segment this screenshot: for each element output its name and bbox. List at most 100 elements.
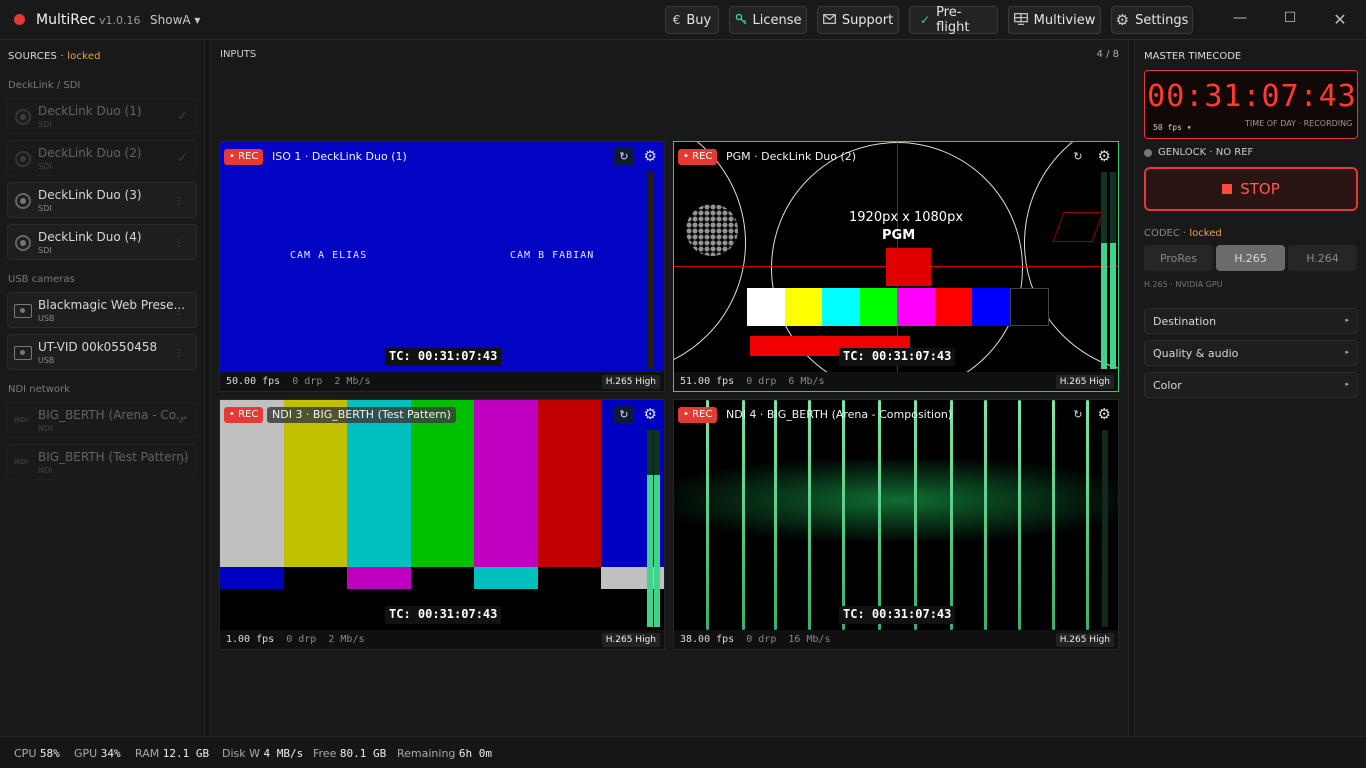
stop-button[interactable]: STOP [1144,167,1358,211]
video-preview: CAM A ELIAS CAM B FABIAN TC: 00:31:07:43 [220,142,664,372]
codec-option-h265[interactable]: H.265 [1216,245,1285,271]
gear-icon[interactable]: ⚙ [1098,405,1111,423]
source-item[interactable]: UT-VID 00k0550458 USB ⋮ [7,334,197,370]
color-bar [347,400,411,567]
codec-option-prores[interactable]: ProRes [1144,245,1213,271]
more-icon[interactable]: ⋮ [174,238,184,249]
app-logo-dot [14,14,25,25]
audio-meter [1101,172,1107,369]
color-bar [220,567,284,589]
sources-title: SOURCES · locked [8,51,101,62]
usb-camera-icon [14,346,32,360]
source-item[interactable]: Blackmagic Web Prese... USB ⋮ [7,292,197,328]
tile-timecode: TC: 00:31:07:43 [385,348,502,366]
source-name: Blackmagic Web Prese... [38,298,186,312]
source-item[interactable]: NDI BIG_BERTH (Arena - Co... NDI ✓ [7,402,197,438]
fps-value: 38.00 fps [680,634,735,645]
multiview-button[interactable]: Multiview [1008,6,1101,34]
quality-audio-section[interactable]: Quality & audio ▸ [1144,340,1358,366]
cpu-stat: CPU 58% [14,747,60,760]
color-bar [538,400,601,567]
sdi-port-icon [15,193,31,209]
source-name: UT-VID 00k0550458 [38,340,158,354]
source-item[interactable]: DeckLink Duo (4) SDI ⋮ [7,224,197,260]
source-item[interactable]: DeckLink Duo (3) SDI ⋮ [7,182,197,218]
master-timecode: 00:31:07:43 [1147,79,1357,114]
check-icon: ✓ [177,151,188,166]
refresh-icon[interactable]: ↻ [1068,406,1088,424]
genlock-status: GENLOCK · NO REF [1144,147,1253,158]
input-tile[interactable]: TC: 00:31:07:43 • REC NDI 4 · BIG_BERTH … [673,399,1119,650]
source-item[interactable]: NDI BIG_BERTH (Test Pattern) NDI ✓ [7,444,197,480]
preflight-button[interactable]: ✓ Pre-flight [909,5,998,35]
codec-title: CODEC · locked [1144,228,1222,239]
source-name: BIG_BERTH (Test Pattern) [38,450,189,464]
tile-stats: 51.00 fps 0 drp 6 Mb/s [680,376,825,387]
check-icon: ✓ [177,455,188,470]
audio-meter [654,430,660,627]
license-label: License [752,12,802,28]
app-name: MultiRec [36,12,96,28]
settings-button[interactable]: ⚙ Settings [1111,6,1193,34]
master-timecode-title: MASTER TIMECODE [1144,51,1242,62]
source-type: SDI [38,120,52,129]
chevron-right-icon: ▸ [1345,348,1349,356]
group-label-usb: USB cameras [8,274,75,285]
input-tile[interactable]: TC: 00:31:07:43 • REC NDI 3 · BIG_BERTH … [219,399,665,650]
check-icon: ✓ [177,413,188,428]
source-item[interactable]: DeckLink Duo (1) SDI ✓ [7,98,197,134]
tile-stats: 1.00 fps 0 drp 2 Mb/s [226,634,365,645]
close-button[interactable]: ✕ [1325,10,1355,30]
codec-badge: H.265 High [601,375,660,389]
license-button[interactable]: License [729,6,807,34]
tile-footer: 1.00 fps 0 drp 2 Mb/s H.265 High [220,630,664,649]
video-preview: TC: 00:31:07:43 [220,400,664,630]
pgm-label: PGM [882,228,916,243]
ndi-icon: NDI [14,458,29,466]
buy-label: Buy [686,12,712,28]
fps-selector[interactable]: 50 fps ▾ [1153,123,1192,132]
support-button[interactable]: Support [817,6,899,34]
show-selector[interactable]: ShowA ▾ [150,13,200,27]
color-section[interactable]: Color ▸ [1144,372,1358,398]
maximize-button[interactable]: ☐ [1275,10,1305,30]
source-name: DeckLink Duo (3) [38,188,142,202]
input-tile[interactable]: 1920px x 1080px PGM TC: 00:31:07:43 • RE… [673,141,1119,392]
rec-badge: • REC [678,407,718,423]
codec-option-h264[interactable]: H.264 [1288,245,1357,271]
gear-icon[interactable]: ⚙ [644,405,657,423]
tile-name: NDI 3 · BIG_BERTH (Test Pattern) [267,407,456,423]
input-tile[interactable]: CAM A ELIAS CAM B FABIAN TC: 00:31:07:43… [219,141,665,392]
remaining-time-stat: Remaining 6h 0m [397,747,493,760]
bitrate: 6 Mb/s [788,376,825,387]
sources-panel: SOURCES · locked DeckLink / SDI DeckLink… [0,40,205,736]
color-bar [474,400,538,567]
title-bar: MultiRec v1.0.16 ShowA ▾ € Buy License S… [0,0,1366,40]
refresh-icon[interactable]: ↻ [1068,148,1088,166]
codec-locked-label: locked [1189,228,1222,239]
tile-timecode: TC: 00:31:07:43 [385,606,502,624]
refresh-icon[interactable]: ↻ [614,406,634,424]
noise-circle [686,204,738,256]
source-item[interactable]: DeckLink Duo (2) SDI ✓ [7,140,197,176]
gear-icon[interactable]: ⚙ [1098,147,1111,165]
gpu-stat: GPU 34% [74,747,121,760]
dropped-frames: 0 drp [746,376,777,387]
gear-icon[interactable]: ⚙ [644,147,657,165]
status-bar: CPU 58% GPU 34% RAM 12.1 GB Disk W 4 MB/… [0,736,1366,768]
settings-label: Settings [1135,12,1189,28]
disk-write-stat: Disk W 4 MB/s [222,747,304,760]
master-timecode-box: 00:31:07:43 50 fps ▾ TIME OF DAY · RECOR… [1144,70,1358,139]
buy-button[interactable]: € Buy [665,6,719,34]
destination-section[interactable]: Destination ▸ [1144,308,1358,334]
minimize-button[interactable]: — [1225,10,1255,30]
source-name: DeckLink Duo (2) [38,146,142,160]
mail-icon [822,13,836,27]
more-icon[interactable]: ⋮ [174,348,184,359]
check-icon: ✓ [920,13,931,27]
sources-title-text: SOURCES [8,51,58,62]
bitrate: 16 Mb/s [788,634,831,645]
refresh-icon[interactable]: ↻ [614,148,634,166]
more-icon[interactable]: ⋮ [174,306,184,317]
more-icon[interactable]: ⋮ [174,196,184,207]
